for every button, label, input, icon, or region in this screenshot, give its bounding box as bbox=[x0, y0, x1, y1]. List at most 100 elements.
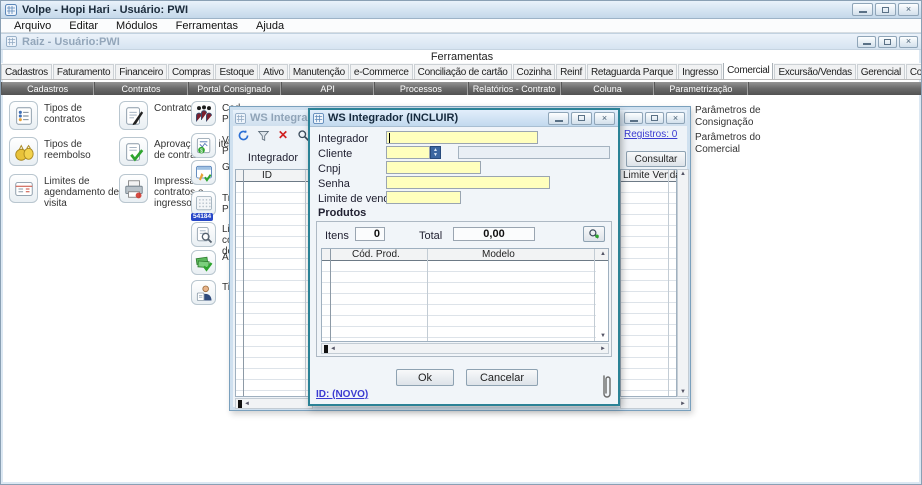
filter-icon[interactable] bbox=[256, 128, 270, 142]
scroll-down-icon[interactable]: ▼ bbox=[680, 389, 686, 395]
subtab-contratos[interactable]: Contratos bbox=[94, 82, 187, 95]
minimize-button[interactable] bbox=[852, 3, 873, 16]
integrador-grid[interactable]: ID bbox=[235, 169, 313, 397]
dialog-minimize-button[interactable] bbox=[548, 112, 569, 125]
shortcut-tipos-de-reembolso[interactable]: Tipos de reembolso bbox=[9, 137, 124, 166]
produtos-scroll-down-icon[interactable]: ▼ bbox=[600, 333, 606, 339]
tab-ativo[interactable]: Ativo bbox=[259, 64, 288, 79]
subtab-relatorios-contrato[interactable]: Relatórios - Contrato bbox=[468, 82, 561, 95]
tab-cozinha[interactable]: Cozinha bbox=[513, 64, 556, 79]
menu-editar[interactable]: Editar bbox=[60, 20, 107, 32]
limite-venda-label: Limite de venda bbox=[318, 193, 396, 205]
section-header: Ferramentas bbox=[1, 51, 922, 63]
clear-filter-icon[interactable]: ✕ bbox=[276, 128, 290, 142]
shortcut-parametros-comercial[interactable]: Parâmetros do Comercial bbox=[695, 132, 790, 156]
produtos-grid-header: Cód. Prod. Modelo bbox=[322, 249, 608, 261]
tab-comercial-selected[interactable]: Comercial bbox=[723, 63, 773, 79]
scroll-right-icon[interactable]: ► bbox=[680, 401, 686, 407]
cnpj-input[interactable] bbox=[386, 161, 481, 174]
integrador-hscrollbar[interactable]: ◄ bbox=[235, 398, 313, 409]
contract-pen-icon bbox=[119, 101, 148, 130]
tab-manutencao[interactable]: Manutenção bbox=[289, 64, 349, 79]
limite-vscrollbar[interactable]: ▲ ▼ bbox=[677, 169, 689, 397]
list-maximize-button[interactable] bbox=[645, 112, 664, 124]
cliente-spinner[interactable]: ▲▼ bbox=[430, 146, 441, 159]
shortcut-tipos-de-contratos[interactable]: Tipos de contratos bbox=[9, 101, 124, 130]
integrador-group-label: Integrador bbox=[235, 152, 311, 167]
search-product-icon bbox=[588, 228, 600, 240]
mdi-maximize-button[interactable] bbox=[878, 36, 897, 48]
consultar-button[interactable]: Consultar bbox=[626, 151, 686, 167]
id-novo-link[interactable]: ID: (NOVO) bbox=[316, 389, 368, 400]
limite-venda-grid[interactable]: Limite Venda bbox=[620, 169, 677, 397]
list-close-button[interactable]: × bbox=[666, 112, 685, 124]
close-button[interactable]: × bbox=[898, 3, 919, 16]
integrador-input[interactable] bbox=[386, 131, 538, 144]
integrador-label: Integrador bbox=[318, 133, 368, 145]
tab-retaguarda[interactable]: Retaguarda Parque bbox=[587, 64, 677, 79]
ok-button[interactable]: Ok bbox=[396, 369, 454, 386]
tab-financeiro[interactable]: Financeiro bbox=[115, 64, 167, 79]
contract-types-icon bbox=[9, 101, 38, 130]
shortcut-parametros-consignacao[interactable]: Parâmetros de Consignação bbox=[695, 105, 790, 129]
menu-modulos[interactable]: Módulos bbox=[107, 20, 167, 32]
produtos-scroll-up-icon[interactable]: ▲ bbox=[600, 251, 606, 257]
produtos-hscroll-thumb[interactable] bbox=[324, 345, 328, 353]
tab-cadastros[interactable]: Cadastros bbox=[1, 64, 52, 79]
scroll-left-icon[interactable]: ◄ bbox=[244, 401, 250, 407]
main-titlebar: Volpe - Hopi Hari - Usuário: PWI × bbox=[1, 1, 922, 19]
tab-ingresso[interactable]: Ingresso bbox=[678, 64, 722, 79]
produtos-groupbox: Itens 0 Total 0,00 Cód. Prod. Modelo bbox=[316, 221, 612, 357]
produtos-hscrollbar[interactable]: ◄ ► bbox=[321, 343, 609, 354]
subtab-processos[interactable]: Processos bbox=[374, 82, 467, 95]
cancelar-button[interactable]: Cancelar bbox=[466, 369, 538, 386]
hscroll-thumb[interactable] bbox=[238, 400, 242, 408]
subtab-api[interactable]: API bbox=[281, 82, 374, 95]
search-product-button[interactable] bbox=[583, 226, 605, 242]
senha-input[interactable] bbox=[386, 176, 550, 189]
mdi-window-title: Raiz - Usuário:PWI bbox=[22, 36, 120, 48]
ws-integrador-incluir-dialog: WS Integrador (INCLUIR) × Integrador Cli… bbox=[308, 108, 620, 406]
tab-reinf[interactable]: Reinf bbox=[556, 64, 586, 79]
shortcut-limites-agendamento[interactable]: Limites de agendamento de visita bbox=[9, 174, 124, 209]
produtos-scroll-left-icon[interactable]: ◄ bbox=[330, 346, 336, 352]
subtab-coluna[interactable]: Coluna bbox=[561, 82, 654, 95]
panel-pencil-check-icon bbox=[191, 160, 216, 185]
menu-ajuda[interactable]: Ajuda bbox=[247, 20, 293, 32]
list-minimize-button[interactable] bbox=[624, 112, 643, 124]
cliente-code-input[interactable] bbox=[386, 146, 430, 159]
cliente-label: Cliente bbox=[318, 148, 352, 160]
tab-faturamento[interactable]: Faturamento bbox=[53, 64, 114, 79]
tab-cortesia[interactable]: Cortesia bbox=[906, 64, 922, 79]
tab-conciliacao[interactable]: Conciliação de cartão bbox=[414, 64, 512, 79]
tab-compras[interactable]: Compras bbox=[168, 64, 214, 79]
scroll-up-icon[interactable]: ▲ bbox=[680, 171, 686, 177]
subtab-portal-consignado[interactable]: Portal Consignado bbox=[188, 82, 281, 95]
subtab-cadastros[interactable]: Cadastros bbox=[1, 82, 94, 95]
limite-venda-input[interactable] bbox=[386, 191, 461, 204]
dialog-maximize-button[interactable] bbox=[571, 112, 592, 125]
menu-arquivo[interactable]: Arquivo bbox=[5, 20, 60, 32]
tab-ecommerce[interactable]: e-Commerce bbox=[350, 64, 413, 79]
registros-link[interactable]: Registros: 0 bbox=[624, 129, 677, 140]
restore-button[interactable] bbox=[875, 3, 896, 16]
refresh-icon[interactable] bbox=[236, 128, 250, 142]
mdi-close-button[interactable]: × bbox=[899, 36, 918, 48]
tab-estoque[interactable]: Estoque bbox=[215, 64, 258, 79]
people-group-icon bbox=[191, 101, 216, 126]
cod-prod-column-header: Cód. Prod. bbox=[352, 249, 400, 260]
produtos-header: Produtos bbox=[318, 207, 366, 219]
tab-excursao[interactable]: Excursão/Vendas bbox=[774, 64, 855, 79]
produtos-scroll-right-icon[interactable]: ► bbox=[600, 346, 606, 352]
itens-value: 0 bbox=[355, 227, 385, 241]
document-magnifier-icon bbox=[191, 222, 216, 247]
mdi-minimize-button[interactable] bbox=[857, 36, 876, 48]
produtos-grid[interactable]: Cód. Prod. Modelo ▲ ▼ bbox=[321, 248, 609, 342]
dialog-close-button[interactable]: × bbox=[594, 112, 615, 125]
tab-gerencial[interactable]: Gerencial bbox=[857, 64, 905, 79]
paperclip-icon[interactable] bbox=[600, 373, 612, 406]
menu-ferramentas[interactable]: Ferramentas bbox=[167, 20, 247, 32]
limite-hscrollbar[interactable]: ► bbox=[620, 398, 689, 409]
subtab-parametrizacao[interactable]: Parametrização bbox=[654, 82, 747, 95]
dialog-icon bbox=[313, 113, 324, 124]
